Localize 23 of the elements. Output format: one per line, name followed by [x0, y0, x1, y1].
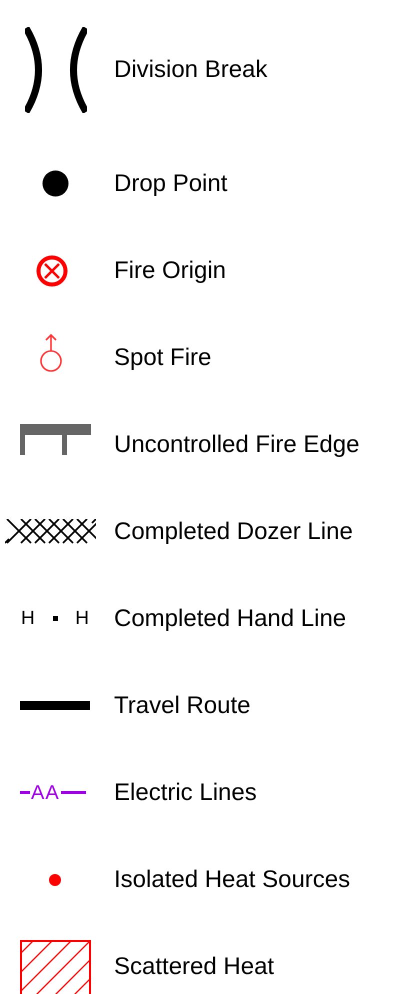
legend-label: Travel Route	[114, 692, 250, 720]
legend-label: Drop Point	[114, 170, 228, 198]
hand-line-letter: H	[21, 608, 35, 630]
legend-label: Isolated Heat Sources	[114, 866, 350, 894]
legend-label: Division Break	[114, 56, 268, 84]
hatched-square-icon	[20, 940, 90, 994]
legend-label: Scattered Heat	[114, 952, 274, 980]
hand-line-letter: H	[75, 608, 89, 630]
electric-line-letters: AA	[30, 782, 61, 804]
square-icon	[52, 616, 58, 621]
legend-label: Electric Lines	[114, 778, 257, 806]
dot-icon	[49, 874, 61, 886]
circled-x-icon	[36, 254, 68, 286]
legend-label: Fire Origin	[114, 256, 226, 284]
legend-label: Completed Dozer Line	[114, 518, 353, 546]
dot-icon	[42, 170, 68, 197]
circle-arrow-icon	[39, 332, 63, 372]
legend-label: Spot Fire	[114, 344, 212, 372]
division-break-icon	[25, 27, 87, 113]
legend-label: Uncontrolled Fire Edge	[114, 430, 360, 458]
legend-label: Completed Hand Line	[114, 604, 346, 632]
crosshatch-line-icon	[4, 519, 96, 544]
fire-edge-icon	[20, 424, 90, 455]
